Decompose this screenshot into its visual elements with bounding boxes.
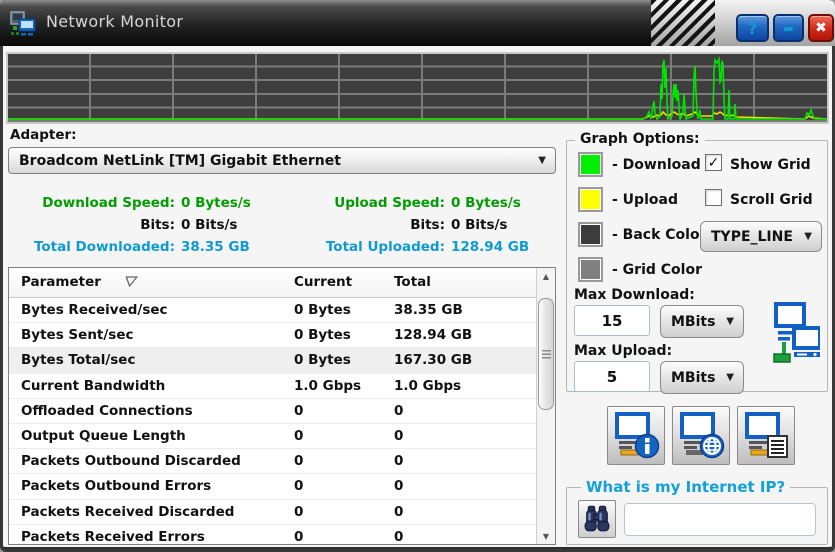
scrollbar-grip-icon xyxy=(542,350,551,359)
table-header-row: Parameter Current Total xyxy=(9,268,555,298)
upload-speed-row: Upload Speed: 0 Bytes/s xyxy=(295,192,521,214)
total-downloaded-row: Total Downloaded: 38.35 GB xyxy=(0,236,250,258)
table-row[interactable]: Bytes Sent/sec 0 Bytes 128.94 GB xyxy=(9,323,555,348)
column-header-parameter[interactable]: Parameter xyxy=(21,274,138,290)
download-swatch-label: - Download xyxy=(612,157,701,173)
show-grid-checkbox[interactable]: ✓ xyxy=(705,154,722,171)
total-downloaded-label: Total Downloaded: xyxy=(0,239,175,255)
max-upload-unit-value: MBits xyxy=(671,370,715,386)
upload-color-swatch[interactable] xyxy=(578,187,603,212)
download-color-swatch[interactable] xyxy=(578,152,603,177)
help-icon: ? xyxy=(748,19,757,38)
parameters-table: Parameter Current Total Bytes Received/s… xyxy=(8,267,556,545)
table-row[interactable]: Output Queue Length 0 0 xyxy=(9,424,555,449)
download-speed-value: 0 Bytes/s xyxy=(181,195,251,211)
table-row[interactable]: Packets Received Errors 0 0 xyxy=(9,525,555,545)
close-icon: ✖ xyxy=(815,20,827,36)
adapter-dropdown-value: Broadcom NetLink [TM] Gigabit Ethernet xyxy=(19,153,341,169)
upload-swatch-label: - Upload xyxy=(612,192,678,208)
scroll-down-icon[interactable]: ▼ xyxy=(537,528,555,544)
max-upload-input[interactable] xyxy=(574,361,650,392)
upload-bits-row: Bits: 0 Bits/s xyxy=(295,214,507,236)
upload-speed-label: Upload Speed: xyxy=(295,195,445,211)
table-row[interactable]: Packets Outbound Errors 0 0 xyxy=(9,474,555,499)
network-connection-icon xyxy=(750,302,820,370)
traffic-graph-plot xyxy=(8,54,827,122)
max-download-input[interactable] xyxy=(574,305,650,336)
max-download-unit-value: MBits xyxy=(671,314,715,330)
minimize-icon: ▬ xyxy=(783,22,793,35)
total-uploaded-value: 128.94 GB xyxy=(451,239,529,255)
internet-ip-input[interactable] xyxy=(624,503,816,536)
computer-info-icon xyxy=(612,412,660,460)
upload-bits-label: Bits: xyxy=(295,217,445,233)
show-grid-label: Show Grid xyxy=(730,157,811,173)
table-row[interactable]: Offloaded Connections 0 0 xyxy=(9,399,555,424)
lookup-ip-button[interactable] xyxy=(578,500,616,538)
internet-tools-button[interactable] xyxy=(672,406,730,465)
back-color-swatch[interactable] xyxy=(578,222,603,247)
grid-color-swatch[interactable] xyxy=(578,257,603,282)
chevron-down-icon: ▼ xyxy=(726,316,734,327)
table-row[interactable]: Packets Outbound Discarded 0 0 xyxy=(9,449,555,474)
graph-type-dropdown[interactable]: TYPE_LINE ▼ xyxy=(700,221,822,252)
back-color-swatch-label: - Back Color xyxy=(612,227,707,243)
grid-color-swatch-label: - Grid Color xyxy=(612,262,702,278)
binoculars-icon xyxy=(582,504,612,534)
table-row[interactable]: Packets Received Discarded 0 0 xyxy=(9,500,555,525)
scroll-up-icon[interactable]: ▲ xyxy=(537,268,555,284)
adapter-label: Adapter: xyxy=(10,127,77,143)
download-bits-value: 0 Bits/s xyxy=(181,217,237,233)
check-mark-icon: ✓ xyxy=(708,156,720,170)
graph-type-value: TYPE_LINE xyxy=(711,229,793,245)
download-bits-label: Bits: xyxy=(10,217,175,233)
upload-series-line xyxy=(8,112,827,119)
download-speed-row: Download Speed: 0 Bytes/s xyxy=(10,192,251,214)
max-upload-unit-dropdown[interactable]: MBits ▼ xyxy=(660,361,744,394)
table-row[interactable]: Bytes Received/sec 0 Bytes 38.35 GB xyxy=(9,298,555,323)
chevron-down-icon: ▼ xyxy=(804,231,812,242)
title-bar[interactable]: Network Monitor ? ▬ ✖ xyxy=(0,0,835,46)
download-bits-row: Bits: 0 Bits/s xyxy=(10,214,237,236)
computer-globe-icon xyxy=(677,412,725,460)
log-report-button[interactable] xyxy=(737,406,795,465)
download-series-line xyxy=(8,59,827,119)
download-speed-label: Download Speed: xyxy=(10,195,175,211)
traffic-graph xyxy=(6,52,829,124)
table-row[interactable]: Current Bandwidth 1.0 Gbps 1.0 Gbps xyxy=(9,374,555,399)
scrollbar-thumb[interactable] xyxy=(538,298,554,410)
system-info-button[interactable] xyxy=(607,406,665,465)
window-title: Network Monitor xyxy=(46,12,183,31)
max-download-unit-dropdown[interactable]: MBits ▼ xyxy=(660,305,744,338)
network-computers-icon xyxy=(10,9,38,37)
network-monitor-window: Network Monitor ? ▬ ✖ Adapter: Broadcom … xyxy=(0,0,835,552)
max-download-label: Max Download: xyxy=(574,287,695,303)
close-button[interactable]: ✖ xyxy=(808,14,834,42)
scroll-grid-label: Scroll Grid xyxy=(730,192,813,208)
help-button[interactable]: ? xyxy=(736,14,769,42)
table-row-selected[interactable]: Bytes Total/sec 0 Bytes 167.30 GB xyxy=(9,348,555,373)
chevron-down-icon: ▼ xyxy=(726,372,734,383)
total-uploaded-row: Total Uploaded: 128.94 GB xyxy=(285,236,529,258)
sort-icon xyxy=(125,276,138,287)
titlebar-stripes-decoration xyxy=(651,0,717,46)
computer-document-icon xyxy=(742,412,790,460)
chevron-down-icon: ▼ xyxy=(538,155,546,166)
minimize-button[interactable]: ▬ xyxy=(773,14,804,42)
total-uploaded-label: Total Uploaded: xyxy=(285,239,445,255)
internet-ip-legend: What is my Internet IP? xyxy=(581,478,790,496)
column-header-current[interactable]: Current xyxy=(294,274,352,290)
adapter-dropdown[interactable]: Broadcom NetLink [TM] Gigabit Ethernet ▼ xyxy=(8,147,556,174)
upload-bits-value: 0 Bits/s xyxy=(451,217,507,233)
total-downloaded-value: 38.35 GB xyxy=(181,239,250,255)
max-upload-label: Max Upload: xyxy=(574,343,672,359)
upload-speed-value: 0 Bytes/s xyxy=(451,195,521,211)
scroll-grid-checkbox[interactable] xyxy=(705,189,722,206)
column-header-total[interactable]: Total xyxy=(394,274,431,290)
table-scrollbar[interactable]: ▲ ▼ xyxy=(536,268,555,544)
graph-options-legend: Graph Options: xyxy=(575,131,705,147)
